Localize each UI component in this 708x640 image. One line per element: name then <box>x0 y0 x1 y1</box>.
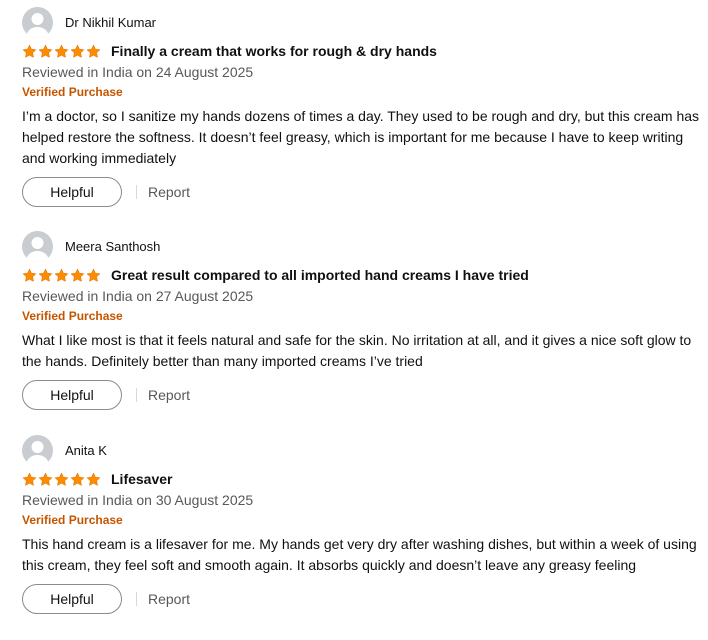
report-link[interactable]: Report <box>148 184 190 200</box>
review-title[interactable]: Great result compared to all imported ha… <box>111 267 529 283</box>
divider <box>136 185 137 199</box>
review-title[interactable]: Lifesaver <box>111 471 172 487</box>
review-date: Reviewed in India on 24 August 2025 <box>22 64 254 80</box>
avatar-icon[interactable] <box>22 6 53 38</box>
reviewer-name[interactable]: Anita K <box>65 443 107 458</box>
review-card: Meera Santhosh Great result compared to … <box>22 230 706 410</box>
star-icon <box>22 267 37 282</box>
helpful-button[interactable]: Helpful <box>22 584 122 614</box>
review-body: I’m a doctor, so I sanitize my hands doz… <box>22 108 700 166</box>
verified-purchase-badge: Verified Purchase <box>22 309 123 323</box>
star-icon <box>54 267 69 282</box>
reviewer-profile[interactable]: Meera Santhosh <box>22 230 706 262</box>
review-card: Dr Nikhil Kumar Finally a cream that wor… <box>22 6 706 207</box>
report-link[interactable]: Report <box>148 387 190 403</box>
star-icon <box>86 267 101 282</box>
star-icon <box>38 43 53 58</box>
star-rating[interactable] <box>22 43 101 59</box>
star-icon <box>70 43 85 58</box>
review-card: Anita K Lifesaver Reviewed in India on 3… <box>22 434 706 614</box>
review-body: This hand cream is a lifesaver for me. M… <box>22 536 697 573</box>
divider <box>136 592 137 606</box>
helpful-button[interactable]: Helpful <box>22 177 122 207</box>
report-link[interactable]: Report <box>148 591 190 607</box>
verified-purchase-badge: Verified Purchase <box>22 513 123 527</box>
star-icon <box>22 471 37 486</box>
avatar-icon[interactable] <box>22 230 53 262</box>
star-icon <box>70 471 85 486</box>
star-icon <box>54 471 69 486</box>
star-icon <box>86 43 101 58</box>
star-icon <box>38 267 53 282</box>
reviewer-profile[interactable]: Dr Nikhil Kumar <box>22 6 706 38</box>
verified-purchase-badge: Verified Purchase <box>22 85 123 99</box>
star-icon <box>54 43 69 58</box>
star-icon <box>86 471 101 486</box>
review-body: What I like most is that it feels natura… <box>22 332 692 369</box>
star-icon <box>22 43 37 58</box>
reviewer-name[interactable]: Meera Santhosh <box>65 239 160 254</box>
helpful-button[interactable]: Helpful <box>22 380 122 410</box>
star-rating[interactable] <box>22 267 101 283</box>
review-date: Reviewed in India on 30 August 2025 <box>22 492 254 508</box>
review-date: Reviewed in India on 27 August 2025 <box>22 288 254 304</box>
star-icon <box>38 471 53 486</box>
review-title[interactable]: Finally a cream that works for rough & d… <box>111 43 437 59</box>
reviewer-name[interactable]: Dr Nikhil Kumar <box>65 15 156 30</box>
divider <box>136 388 137 402</box>
star-rating[interactable] <box>22 471 101 487</box>
reviewer-profile[interactable]: Anita K <box>22 434 706 466</box>
avatar-icon[interactable] <box>22 434 53 466</box>
star-icon <box>70 267 85 282</box>
